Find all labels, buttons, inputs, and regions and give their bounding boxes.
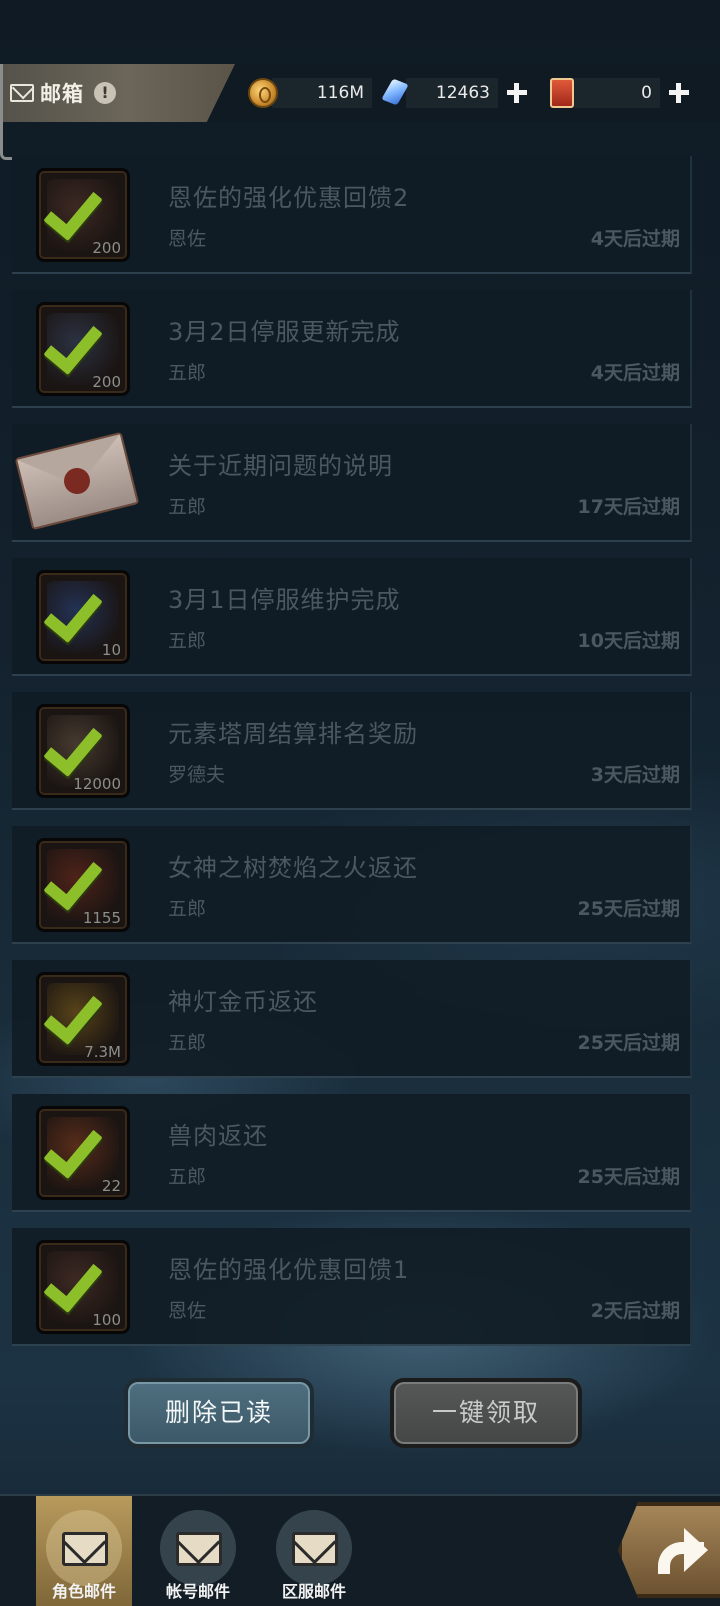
- mail-expiry: 3天后过期: [590, 764, 680, 786]
- tab-account-mail[interactable]: 帐号邮件: [150, 1496, 246, 1606]
- claim-all-button[interactable]: 一键领取: [390, 1378, 582, 1448]
- mail-sender: 五郎: [168, 1032, 207, 1054]
- account-envelope-icon: [176, 1532, 222, 1566]
- attachment-thumbnail: 12000: [36, 704, 130, 798]
- add-gems-button[interactable]: [504, 80, 530, 106]
- attachment-thumbnail: 200: [36, 302, 130, 396]
- mail-list: 200 恩佐的强化优惠回馈2 恩佐 4天后过期 200 3月2日停服更新完成五郎 4天后过期…: [12, 156, 692, 1362]
- attachment-thumbnail: 22: [36, 1106, 130, 1200]
- mail-expiry: 2天后过期: [590, 1300, 680, 1322]
- mail-title: 3月1日停服维护完成: [168, 586, 401, 614]
- mail-item[interactable]: 200 3月2日停服更新完成五郎 4天后过期: [12, 290, 692, 408]
- attachment-quantity: 200: [92, 239, 121, 257]
- exclamation-icon[interactable]: !: [94, 82, 116, 104]
- mail-item[interactable]: 1155 女神之树焚焰之火返还五郎 25天后过期: [12, 826, 692, 944]
- mail-title: 元素塔周结算排名奖励: [168, 720, 418, 748]
- bottom-tab-bar: 角色邮件 帐号邮件 区服邮件: [0, 1494, 720, 1606]
- attachment-thumbnail: 7.3M: [36, 972, 130, 1066]
- mail-expiry: 25天后过期: [577, 898, 680, 920]
- server-envelope-icon: [292, 1532, 338, 1566]
- mail-expiry: 17天后过期: [577, 496, 680, 518]
- tab-label: 区服邮件: [281, 1582, 346, 1601]
- mail-expiry: 4天后过期: [590, 362, 680, 384]
- mail-sender: 五郎: [168, 898, 207, 920]
- attachment-quantity: 10: [101, 641, 121, 659]
- attachment-thumbnail: 1155: [36, 838, 130, 932]
- mail-sender: 恩佐: [168, 1300, 207, 1322]
- mail-sender: 五郎: [168, 362, 207, 384]
- mail-sender: 五郎: [168, 496, 207, 518]
- mail-title: 3月2日停服更新完成: [168, 318, 401, 346]
- mail-title: 女神之树焚焰之火返还: [168, 854, 418, 882]
- mail-item[interactable]: 12000 元素塔周结算排名奖励罗德夫 3天后过期: [12, 692, 692, 810]
- frame-corner: [0, 64, 12, 160]
- diamond-icon: [380, 78, 410, 108]
- page-title: 邮箱: [40, 82, 84, 106]
- gold-coin-icon: [248, 78, 278, 108]
- mail-item[interactable]: 10 3月1日停服维护完成五郎 10天后过期: [12, 558, 692, 676]
- attachment-thumbnail: 200: [36, 168, 130, 262]
- mailbox-title-plate: 邮箱 !: [0, 64, 235, 122]
- top-bar: 邮箱 ! 116M 12463 0: [0, 64, 720, 122]
- mail-title: 神灯金币返还: [168, 988, 318, 1016]
- tab-label: 角色邮件: [51, 1582, 116, 1601]
- mail-title: 兽肉返还: [168, 1122, 268, 1150]
- mail-item[interactable]: 7.3M 神灯金币返还五郎 25天后过期: [12, 960, 692, 1078]
- add-cards-button[interactable]: [666, 80, 692, 106]
- mail-sender: 罗德夫: [168, 764, 226, 786]
- mail-item[interactable]: 22 兽肉返还五郎 25天后过期: [12, 1094, 692, 1212]
- mail-item[interactable]: 200 恩佐的强化优惠回馈2 恩佐 4天后过期: [12, 156, 692, 274]
- attachment-thumbnail: 100: [36, 1240, 130, 1334]
- attachment-thumbnail: 10: [36, 570, 130, 664]
- tab-label: 帐号邮件: [165, 1582, 230, 1601]
- mail-expiry: 25天后过期: [577, 1166, 680, 1188]
- attachment-quantity: 22: [101, 1177, 121, 1195]
- mail-icon: [10, 84, 34, 102]
- tab-server-mail[interactable]: 区服邮件: [266, 1496, 362, 1606]
- ticket-card-icon: [550, 78, 574, 108]
- mail-sender: 恩佐: [168, 228, 207, 250]
- forward-button[interactable]: [618, 1502, 720, 1598]
- delete-read-button[interactable]: 删除已读: [124, 1378, 314, 1448]
- card-resource: 0: [550, 78, 692, 108]
- mail-sender: 五郎: [168, 630, 207, 652]
- gem-resource: 12463: [380, 78, 530, 108]
- attachment-quantity: 12000: [73, 775, 121, 793]
- attachment-quantity: 200: [92, 373, 121, 391]
- sealed-letter-icon: [14, 431, 140, 531]
- envelope-icon: [62, 1532, 108, 1566]
- mail-title: 恩佐的强化优惠回馈2: [168, 184, 410, 212]
- gold-resource: 116M: [248, 78, 372, 108]
- mail-item[interactable]: 100 恩佐的强化优惠回馈1 恩佐 2天后过期: [12, 1228, 692, 1346]
- attachment-quantity: 7.3M: [84, 1043, 121, 1061]
- mail-expiry: 25天后过期: [577, 1032, 680, 1054]
- attachment-quantity: 100: [92, 1311, 121, 1329]
- tab-character-mail[interactable]: 角色邮件: [36, 1496, 132, 1606]
- forward-arrow-icon: [650, 1524, 708, 1576]
- mail-item[interactable]: 关于近期问题的说明五郎 17天后过期: [12, 424, 692, 542]
- attachment-quantity: 1155: [82, 909, 121, 927]
- mail-sender: 五郎: [168, 1166, 207, 1188]
- gem-amount: 12463: [406, 78, 498, 108]
- mail-expiry: 10天后过期: [577, 630, 680, 652]
- mail-title: 关于近期问题的说明: [168, 452, 393, 480]
- gold-amount: 116M: [272, 78, 372, 108]
- mail-title: 恩佐的强化优惠回馈1: [168, 1256, 410, 1284]
- mail-expiry: 4天后过期: [590, 228, 680, 250]
- card-amount: 0: [572, 78, 660, 108]
